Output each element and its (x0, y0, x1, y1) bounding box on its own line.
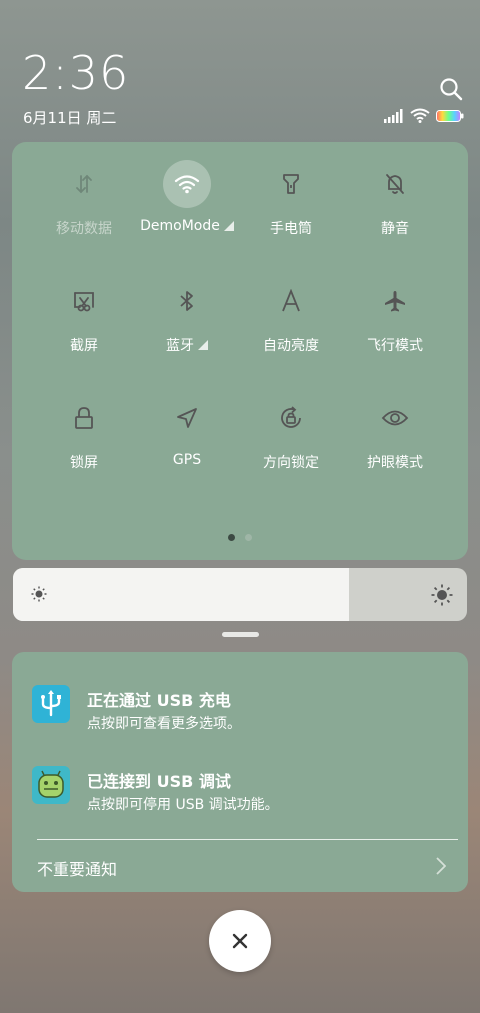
unimportant-notifications-link[interactable]: 不重要通知 (37, 856, 117, 880)
brightness-slider[interactable] (13, 568, 467, 621)
screenshot-icon (60, 277, 108, 325)
gps-icon (163, 394, 211, 442)
tile-label: 手电筒 (270, 218, 312, 238)
tile-gps[interactable]: GPS (135, 394, 239, 494)
tile-eye[interactable]: 护眼模式 (343, 394, 447, 494)
tile-label: 飞行模式 (367, 335, 423, 355)
tile-flashlight[interactable]: 手电筒 (239, 160, 343, 260)
wifi-icon (163, 160, 211, 208)
tile-label-text: DemoMode (140, 218, 220, 234)
notification-subtitle: 点按即可停用 USB 调试功能。 (87, 797, 279, 813)
notification-subtitle: 点按即可查看更多选项。 (87, 716, 241, 732)
tile-label: 护眼模式 (367, 452, 423, 472)
airplane-icon (371, 277, 419, 325)
usb-icon (32, 685, 70, 723)
mute-bell-icon (371, 160, 419, 208)
status-area: 2:36 6月11日 周二 (0, 0, 480, 140)
battery-icon (436, 108, 464, 127)
tile-rotation-lock[interactable]: 方向锁定 (239, 394, 343, 494)
tile-bluetooth[interactable]: 蓝牙 (135, 277, 239, 377)
tile-label: 截屏 (70, 335, 98, 355)
chevron-right-icon[interactable] (436, 857, 447, 879)
notification-title: 正在通过 USB 充电 (87, 691, 231, 710)
signal-icon (384, 108, 404, 127)
tile-label-text: 方向锁定 (263, 455, 319, 471)
tile-label: 锁屏 (70, 452, 98, 472)
wifi-status-icon (410, 108, 430, 127)
tile-label: 静音 (381, 218, 409, 238)
tile-label-text: 蓝牙 (166, 338, 194, 354)
tile-label: DemoMode (140, 218, 234, 234)
tile-mobile-data[interactable]: 移动数据 (32, 160, 136, 260)
eye-icon (371, 394, 419, 442)
system-icons (384, 108, 464, 127)
clock: 2:36 (22, 46, 130, 100)
clear-all-button[interactable] (209, 910, 271, 972)
drag-handle[interactable] (222, 632, 259, 637)
bluetooth-icon (163, 277, 211, 325)
tile-label: 移动数据 (56, 218, 112, 238)
brightness-low-icon (31, 586, 47, 606)
tile-label: 蓝牙 (166, 335, 208, 355)
flashlight-icon (267, 160, 315, 208)
tile-label-text: 手电筒 (270, 221, 312, 237)
brightness-fill (13, 568, 349, 621)
tile-label-text: 截屏 (70, 338, 98, 354)
tile-label-text: 护眼模式 (367, 455, 423, 471)
tile-label-text: 移动数据 (56, 221, 112, 237)
rotation-lock-icon (267, 394, 315, 442)
lock-icon (60, 394, 108, 442)
tile-label-text: 自动亮度 (263, 338, 319, 354)
tile-label-text: GPS (172, 452, 202, 468)
page-indicator (228, 534, 252, 541)
divider (37, 839, 458, 840)
quick-settings-panel: 移动数据 DemoMode 手电筒 静音截屏 蓝牙 自动亮度 飞行模式锁屏 GPS 方向锁定 护眼… (12, 142, 468, 560)
notification-panel: 正在通过 USB 充电 点按即可查看更多选项。 已连接到 USB 调试 点按即可… (12, 652, 468, 892)
tile-label-text: 静音 (381, 221, 409, 237)
auto-brightness-icon (267, 277, 315, 325)
tile-wifi[interactable]: DemoMode (135, 160, 239, 260)
page-dot (245, 534, 252, 541)
tile-mute-bell[interactable]: 静音 (343, 160, 447, 260)
expand-triangle-icon (198, 340, 208, 350)
close-icon (232, 933, 248, 949)
tile-label-text: 锁屏 (70, 455, 98, 471)
notification-usb-debugging[interactable]: 已连接到 USB 调试 点按即可停用 USB 调试功能。 (12, 766, 468, 826)
tile-label-text: 飞行模式 (367, 338, 423, 354)
tile-auto-brightness[interactable]: 自动亮度 (239, 277, 343, 377)
tile-screenshot[interactable]: 截屏 (32, 277, 136, 377)
android-debug-icon (32, 766, 70, 804)
page-dot-active (228, 534, 235, 541)
tile-airplane[interactable]: 飞行模式 (343, 277, 447, 377)
notification-usb-charging[interactable]: 正在通过 USB 充电 点按即可查看更多选项。 (12, 685, 468, 745)
brightness-high-icon (431, 584, 453, 610)
expand-triangle-icon (223, 221, 234, 231)
notification-title: 已连接到 USB 调试 (87, 772, 231, 791)
search-icon[interactable] (438, 76, 464, 102)
tile-label: 方向锁定 (263, 452, 319, 472)
date: 6月11日 周二 (23, 109, 117, 127)
tile-lock[interactable]: 锁屏 (32, 394, 136, 494)
mobile-data-icon (60, 160, 108, 208)
tile-label: 自动亮度 (263, 335, 319, 355)
tile-label: GPS (173, 452, 201, 468)
